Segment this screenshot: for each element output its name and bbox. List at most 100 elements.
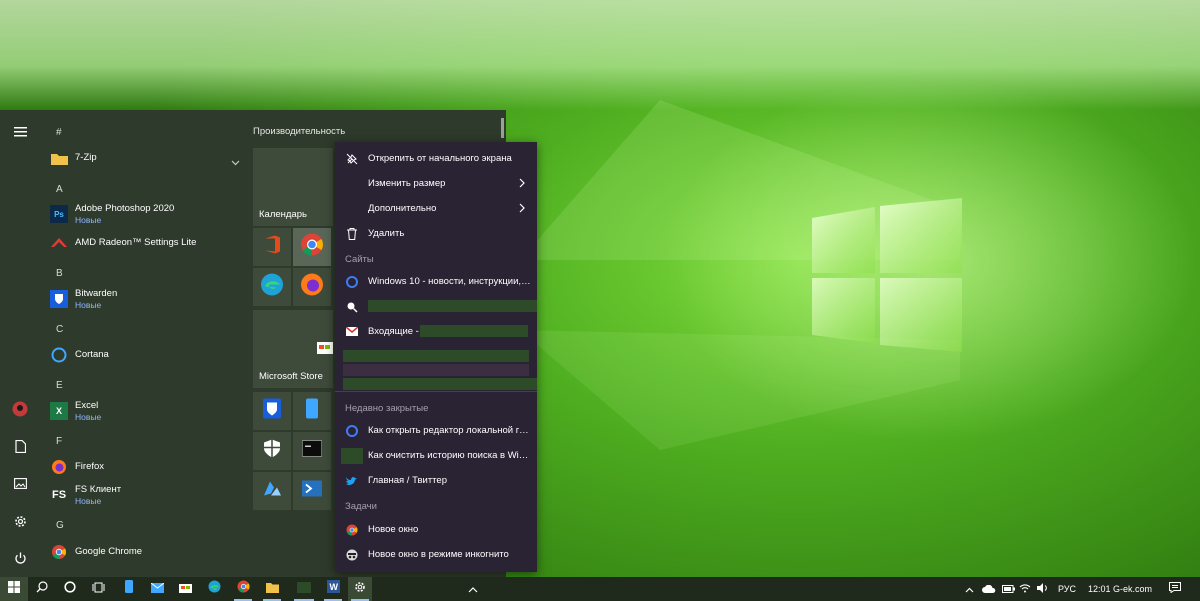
folder-icon bbox=[50, 149, 68, 167]
tile-security[interactable] bbox=[253, 432, 291, 470]
cortana-button[interactable] bbox=[58, 577, 82, 601]
settings-gear-icon bbox=[354, 580, 366, 598]
fs-icon: FS bbox=[51, 489, 67, 501]
volume-tray[interactable] bbox=[1035, 577, 1051, 601]
letter-header[interactable]: G bbox=[56, 520, 64, 531]
menu-more[interactable]: Дополнительно bbox=[335, 196, 537, 221]
app-firefox[interactable]: Firefox bbox=[50, 454, 240, 480]
letter-header[interactable]: B bbox=[56, 268, 63, 279]
battery-tray[interactable] bbox=[1000, 577, 1016, 601]
app-7zip[interactable]: 7-Zip bbox=[50, 145, 240, 171]
task-new-window[interactable]: Новое окно bbox=[335, 517, 537, 542]
app-name: Google Chrome bbox=[75, 546, 143, 557]
settings-gear-icon[interactable] bbox=[0, 503, 40, 539]
shield-icon bbox=[263, 439, 281, 464]
documents-icon[interactable] bbox=[0, 428, 40, 464]
user-avatar-icon[interactable] bbox=[0, 391, 40, 427]
window-icon bbox=[297, 580, 311, 598]
app-new-badge: Новые bbox=[75, 214, 102, 225]
task-incognito[interactable]: Новое окно в режиме инкогнито bbox=[335, 542, 537, 567]
power-icon[interactable] bbox=[0, 540, 40, 576]
pictures-icon[interactable] bbox=[0, 465, 40, 501]
tile-firefox[interactable] bbox=[293, 268, 331, 306]
sites-header: Сайты bbox=[345, 254, 374, 265]
app-name: Firefox bbox=[75, 461, 105, 472]
tile-azure[interactable] bbox=[253, 472, 291, 510]
phone-icon bbox=[125, 580, 133, 598]
tile-microsoft-store[interactable]: Microsoft Store bbox=[253, 310, 333, 388]
search-button[interactable] bbox=[30, 577, 54, 601]
tile-powershell[interactable] bbox=[293, 472, 331, 510]
task-view-button[interactable] bbox=[86, 577, 110, 601]
recent-item[interactable]: Как открыть редактор локальной гру... bbox=[335, 418, 537, 443]
start-button[interactable] bbox=[0, 577, 28, 601]
azure-icon bbox=[262, 480, 282, 503]
menu-label: Новое окно bbox=[368, 524, 419, 535]
menu-uninstall[interactable]: Удалить bbox=[335, 221, 537, 246]
chrome-icon bbox=[300, 233, 324, 262]
scrollbar[interactable] bbox=[501, 118, 504, 138]
site-item[interactable]: Windows 10 - новости, инструкции, ... bbox=[335, 269, 537, 294]
recent-item[interactable]: Главная / Твиттер bbox=[335, 468, 537, 493]
mail-icon bbox=[150, 580, 164, 598]
letter-header[interactable]: A bbox=[56, 184, 63, 195]
taskbar-store[interactable] bbox=[172, 577, 198, 601]
site-icon bbox=[335, 275, 368, 288]
menu-unpin[interactable]: Открепить от начального экрана bbox=[335, 146, 537, 171]
hamburger-icon[interactable] bbox=[0, 114, 40, 150]
tile-group-title[interactable]: Производительность bbox=[253, 126, 345, 137]
app-list: # 7-Zip A Ps Adobe Photoshop 2020 Новые A… bbox=[40, 110, 245, 577]
letter-header[interactable]: F bbox=[56, 436, 62, 447]
tile-console[interactable] bbox=[293, 432, 331, 470]
svg-text:W: W bbox=[329, 582, 338, 592]
letter-header[interactable]: E bbox=[56, 380, 63, 391]
menu-label: Дополнительно bbox=[368, 203, 437, 214]
chevron-right-icon bbox=[519, 178, 525, 191]
taskbar-app[interactable] bbox=[290, 577, 318, 601]
tile-office[interactable] bbox=[253, 228, 291, 266]
cortana-icon bbox=[50, 346, 68, 364]
taskbar-phone[interactable] bbox=[116, 577, 142, 601]
tile-label: Календарь bbox=[259, 209, 307, 220]
tile-phone[interactable] bbox=[293, 392, 331, 430]
chevron-down-icon[interactable] bbox=[231, 153, 240, 171]
language-indicator[interactable]: РУС bbox=[1058, 584, 1076, 594]
clock[interactable]: 12:01 bbox=[1088, 584, 1111, 594]
recent-header: Недавно закрытые bbox=[345, 403, 429, 414]
taskbar-word[interactable]: W bbox=[320, 577, 346, 601]
office-icon bbox=[263, 235, 281, 260]
app-name: Adobe Photoshop 2020 bbox=[75, 202, 175, 214]
recent-item[interactable]: Как очистить историю поиска в Win... bbox=[335, 443, 537, 468]
app-photoshop[interactable]: Ps Adobe Photoshop 2020 Новые bbox=[50, 201, 240, 227]
app-google-chrome[interactable]: Google Chrome bbox=[50, 539, 240, 565]
taskbar-settings[interactable] bbox=[348, 577, 372, 601]
site-icon bbox=[335, 424, 368, 437]
app-name: FS Клиент bbox=[75, 483, 122, 495]
tile-chrome[interactable] bbox=[293, 228, 331, 266]
jumplist-handle[interactable] bbox=[458, 577, 488, 601]
app-amd-radeon[interactable]: AMD Radeon™ Settings Lite bbox=[50, 230, 240, 256]
tile-calendar[interactable]: Календарь bbox=[253, 148, 333, 226]
tasks-header: Задачи bbox=[345, 501, 377, 512]
letter-header[interactable]: C bbox=[56, 324, 63, 335]
network-tray[interactable] bbox=[1017, 577, 1033, 601]
chrome-icon bbox=[335, 524, 368, 536]
app-excel[interactable]: X Excel Новые bbox=[50, 398, 240, 424]
tile-edge[interactable] bbox=[253, 268, 291, 306]
onedrive-tray[interactable] bbox=[980, 577, 998, 601]
taskbar-edge[interactable] bbox=[201, 577, 227, 601]
redacted-block bbox=[368, 300, 537, 312]
taskbar-chrome[interactable] bbox=[230, 577, 256, 601]
app-cortana[interactable]: Cortana bbox=[50, 342, 240, 368]
action-center-button[interactable] bbox=[1164, 577, 1186, 601]
taskbar-explorer[interactable] bbox=[259, 577, 285, 601]
task-view-icon bbox=[92, 580, 105, 598]
app-fs-client[interactable]: FS FS Клиент Новые bbox=[50, 482, 240, 508]
app-bitwarden[interactable]: Bitwarden Новые bbox=[50, 286, 240, 312]
tray-overflow[interactable] bbox=[962, 577, 976, 601]
powershell-icon bbox=[302, 480, 322, 502]
letter-header[interactable]: # bbox=[56, 127, 62, 138]
menu-resize[interactable]: Изменить размер bbox=[335, 171, 537, 196]
taskbar-mail[interactable] bbox=[144, 577, 170, 601]
tile-bitwarden[interactable] bbox=[253, 392, 291, 430]
